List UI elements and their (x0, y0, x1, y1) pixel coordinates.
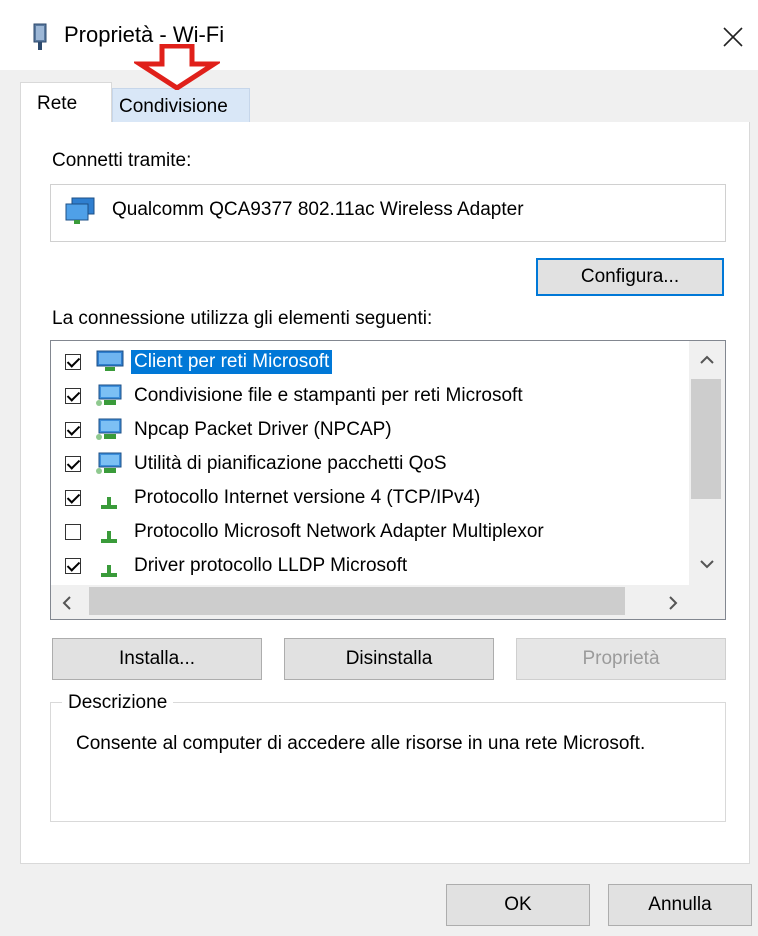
list-item[interactable]: Utilità di pianificazione pacchetti QoS (65, 447, 450, 481)
description-group (50, 702, 726, 822)
tab-condivisione-label: Condivisione (119, 96, 228, 117)
adapter-name: Qualcomm QCA9377 802.11ac Wireless Adapt… (112, 199, 524, 220)
cancel-button-label: Annulla (648, 894, 712, 915)
description-title: Descrizione (62, 692, 174, 714)
items-label: La connessione utilizza gli elementi seg… (52, 308, 433, 329)
tab-rete-label: Rete (37, 93, 78, 114)
item-label: Npcap Packet Driver (NPCAP) (134, 419, 392, 440)
configure-button-label: Configura... (580, 266, 680, 287)
scroll-right-icon[interactable] (667, 595, 679, 616)
network-adapter-icon (30, 22, 50, 52)
close-icon[interactable] (718, 22, 748, 52)
cancel-button[interactable]: Annulla (608, 884, 752, 926)
list-item[interactable]: Client per reti Microsoft (65, 345, 333, 379)
scroll-left-icon[interactable] (61, 595, 73, 616)
list-item[interactable]: Protocollo Microsoft Network Adapter Mul… (65, 515, 547, 549)
item-checkbox[interactable] (65, 558, 81, 574)
adapter-icon (64, 196, 98, 226)
item-checkbox[interactable] (65, 354, 81, 370)
network-service-icon (95, 417, 125, 443)
vertical-scrollbar[interactable] (689, 341, 725, 587)
horizontal-scrollbar[interactable] (51, 585, 725, 619)
scroll-thumb[interactable] (691, 379, 721, 499)
list-item[interactable]: Protocollo Internet versione 4 (TCP/IPv4… (65, 481, 483, 515)
item-checkbox[interactable] (65, 490, 81, 506)
connect-via-label: Connetti tramite: (52, 150, 192, 171)
network-service-icon (95, 451, 125, 477)
properties-button-label: Proprietà (582, 648, 660, 669)
install-button[interactable]: Installa... (52, 638, 262, 680)
list-item[interactable]: Condivisione file e stampanti per reti M… (65, 379, 526, 413)
configure-button[interactable]: Configura... (536, 258, 724, 296)
item-label: Protocollo Internet versione 4 (TCP/IPv4… (134, 487, 481, 508)
properties-button[interactable]: Proprietà (516, 638, 726, 680)
item-checkbox[interactable] (65, 524, 81, 540)
red-arrow-annotation (131, 43, 223, 91)
item-checkbox[interactable] (65, 422, 81, 438)
item-checkbox[interactable] (65, 388, 81, 404)
item-label: Client per reti Microsoft (131, 350, 333, 374)
uninstall-button[interactable]: Disinstalla (284, 638, 494, 680)
scroll-thumb-horizontal[interactable] (89, 587, 625, 615)
install-button-label: Installa... (118, 648, 196, 669)
item-label: Utilità di pianificazione pacchetti QoS (134, 453, 447, 474)
tab-rete[interactable]: Rete (20, 82, 112, 124)
tab-condivisione[interactable]: Condivisione (112, 88, 250, 123)
description-text: Consente al computer di accedere alle ri… (76, 733, 646, 754)
protocol-icon (95, 519, 125, 545)
item-label: Driver protocollo LLDP Microsoft (134, 555, 408, 576)
scroll-up-icon[interactable] (699, 353, 715, 371)
scroll-down-icon[interactable] (699, 557, 715, 575)
list-item[interactable]: Driver protocollo LLDP Microsoft (65, 549, 410, 583)
ok-button-label: OK (504, 894, 532, 915)
item-label: Condivisione file e stampanti per reti M… (134, 385, 523, 406)
uninstall-button-label: Disinstalla (345, 648, 433, 669)
list-item[interactable]: Npcap Packet Driver (NPCAP) (65, 413, 395, 447)
ok-button[interactable]: OK (446, 884, 590, 926)
item-label: Protocollo Microsoft Network Adapter Mul… (134, 521, 544, 542)
network-client-icon (95, 349, 125, 375)
protocol-icon (95, 485, 125, 511)
item-checkbox[interactable] (65, 456, 81, 472)
components-list[interactable]: Client per reti Microsoft Condivisione fi… (50, 340, 726, 620)
protocol-icon (95, 553, 125, 579)
network-service-icon (95, 383, 125, 409)
